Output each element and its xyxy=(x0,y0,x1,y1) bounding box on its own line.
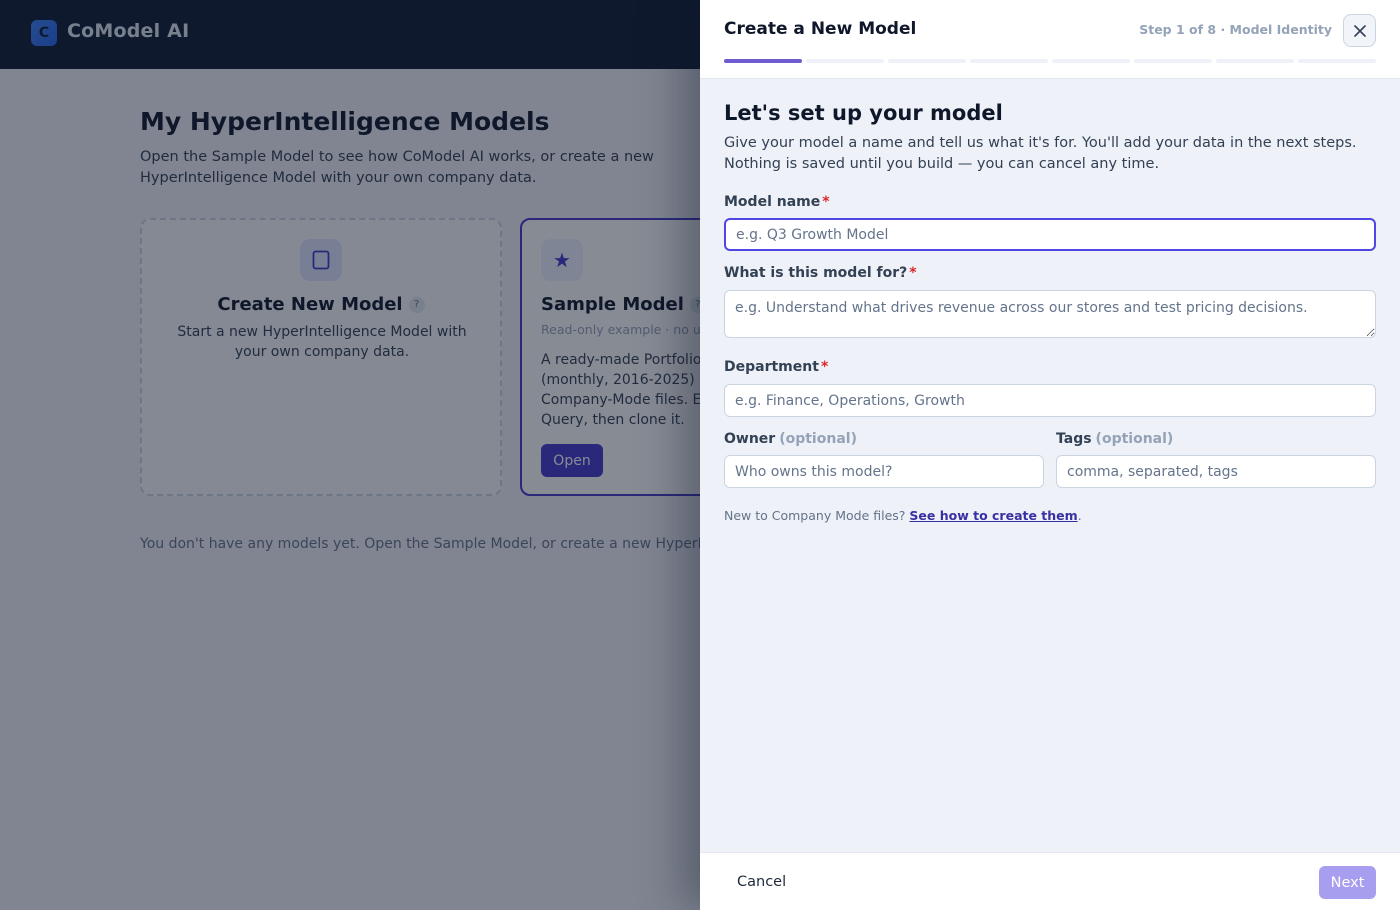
progress-segment xyxy=(1052,59,1130,63)
next-button[interactable]: Next xyxy=(1319,866,1376,899)
form-intro: Give your model a name and tell us what … xyxy=(724,135,1357,172)
hint-end: . xyxy=(1077,508,1082,523)
close-icon xyxy=(1353,24,1366,37)
progress-segment xyxy=(724,59,802,63)
model-name-label: Model name * xyxy=(724,194,830,210)
step-progress-bar xyxy=(724,59,1376,63)
progress-segment xyxy=(888,59,966,63)
model-purpose-textarea[interactable] xyxy=(724,290,1376,338)
progress-segment xyxy=(1216,59,1294,63)
progress-segment xyxy=(1134,59,1212,63)
optional-marker: (optional) xyxy=(1095,431,1174,447)
model-name-input[interactable] xyxy=(724,218,1376,251)
tags-label: Tags (optional) xyxy=(1056,431,1173,447)
owner-input[interactable] xyxy=(724,455,1044,488)
tags-input[interactable] xyxy=(1056,455,1376,488)
step-indicator: Step 1 of 8 · Model Identity xyxy=(1139,22,1332,37)
department-input[interactable] xyxy=(724,384,1376,417)
required-marker: * xyxy=(909,265,917,281)
create-model-drawer: Create a New Model Step 1 of 8 · Model I… xyxy=(700,0,1400,910)
optional-marker: (optional) xyxy=(779,431,857,447)
progress-segment xyxy=(970,59,1048,63)
drawer-header: Create a New Model Step 1 of 8 · Model I… xyxy=(700,0,1400,79)
progress-segment xyxy=(806,59,884,63)
close-button[interactable] xyxy=(1343,14,1376,47)
required-marker: * xyxy=(822,194,830,210)
progress-segment xyxy=(1298,59,1376,63)
department-label: Department * xyxy=(724,359,828,375)
owner-label: Owner (optional) xyxy=(724,431,857,447)
form-heading: Let's set up your model xyxy=(724,101,1003,125)
model-purpose-label-text: What is this model for? xyxy=(724,265,908,281)
model-purpose-label: What is this model for? * xyxy=(724,265,917,281)
model-name-label-text: Model name xyxy=(724,194,821,210)
department-label-text: Department xyxy=(724,359,819,375)
cancel-button[interactable]: Cancel xyxy=(724,866,799,898)
drawer-title: Create a New Model xyxy=(724,19,917,39)
drawer-footer: Cancel Next xyxy=(700,852,1400,910)
company-mode-hint: New to Company Mode files? See how to cr… xyxy=(724,508,1082,523)
hint-text: New to Company Mode files? xyxy=(724,508,906,523)
tags-label-text: Tags xyxy=(1056,431,1092,447)
see-how-link[interactable]: See how to create them xyxy=(909,508,1077,523)
owner-label-text: Owner xyxy=(724,431,776,447)
required-marker: * xyxy=(820,359,829,375)
